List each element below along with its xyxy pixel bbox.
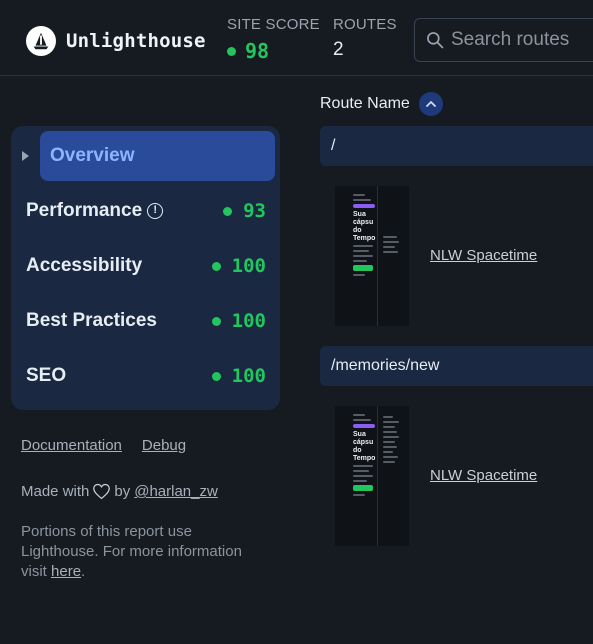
route-path: /memories/new [331,357,440,374]
nav-label-overview: Overview [50,145,135,166]
routes-value: 2 [333,39,344,60]
route-row-header[interactable]: /memories/new [320,346,593,386]
site-score-value: 98 [245,39,270,63]
by-text: by [114,483,131,500]
score-dot [211,316,221,326]
app-name: Unlighthouse [66,30,206,52]
route-title-link[interactable]: NLW Spacetime [430,467,537,484]
caret-right-icon [22,151,29,161]
score-dot [211,261,221,271]
portions-period: . [81,563,86,580]
route-path: / [331,137,336,154]
route-title-link[interactable]: NLW Spacetime [430,247,537,264]
nav-label-seo: SEO [26,365,67,386]
search-icon [427,32,444,49]
routes-label: ROUTES [333,16,397,33]
accessibility-score-value: 100 [231,255,266,277]
search-input[interactable] [451,29,593,51]
nav-label-accessibility: Accessibility [26,255,143,276]
here-link[interactable]: here [51,563,81,580]
score-dot [223,206,233,216]
route-row-header[interactable]: / [320,126,593,166]
made-with-credit: Made with by @harlan_zw [21,483,218,500]
documentation-link[interactable]: Documentation [21,437,122,454]
nav-item-performance[interactable]: Performance! 93 [11,186,280,236]
site-score-label: SITE SCORE [227,16,320,33]
seo-score: 100 [211,365,266,387]
score-dot [227,46,236,56]
logo[interactable]: Unlighthouse [26,26,206,56]
sidebar-nav: Overview Performance! 93 Accessibility 1… [11,126,280,410]
route-name-column-header: Route Name [320,92,443,116]
author-link[interactable]: @harlan_zw [134,483,218,500]
best-practices-score-value: 100 [231,310,266,332]
nav-item-best-practices[interactable]: Best Practices 100 [11,296,280,346]
route-screenshot-thumbnail[interactable]: Sua cápsu do Tempo [335,406,409,546]
score-dot [211,371,221,381]
site-score: SITE SCORE 98 [227,16,320,63]
nav-label-best-practices: Best Practices [26,310,157,331]
debug-link[interactable]: Debug [142,437,186,454]
column-header-label: Route Name [320,95,410,112]
made-with-text: Made with [21,483,90,500]
chevron-up-icon [425,101,436,107]
accessibility-score: 100 [211,255,266,277]
lighthouse-notice: Portions of this report use Lighthouse. … [21,522,271,582]
nav-item-overview[interactable]: Overview [11,131,280,181]
performance-score-value: 93 [243,200,266,222]
nav-label-performance: Performance [26,200,143,221]
lighthouse-logo-icon [26,26,56,56]
search-box[interactable] [414,18,593,62]
performance-score: 93 [223,200,266,222]
app-header: Unlighthouse SITE SCORE 98 ROUTES 2 [0,0,593,76]
info-icon[interactable]: ! [147,202,164,219]
best-practices-score: 100 [211,310,266,332]
nav-item-accessibility[interactable]: Accessibility 100 [11,241,280,291]
sort-button[interactable] [418,92,443,116]
nav-item-seo[interactable]: SEO 100 [11,351,280,401]
routes-count: ROUTES 2 [333,16,397,61]
heart-icon [93,483,111,500]
seo-score-value: 100 [231,365,266,387]
route-screenshot-thumbnail[interactable]: Sua cápsu do Tempo [335,186,409,326]
footer-links: Documentation Debug [21,437,206,454]
